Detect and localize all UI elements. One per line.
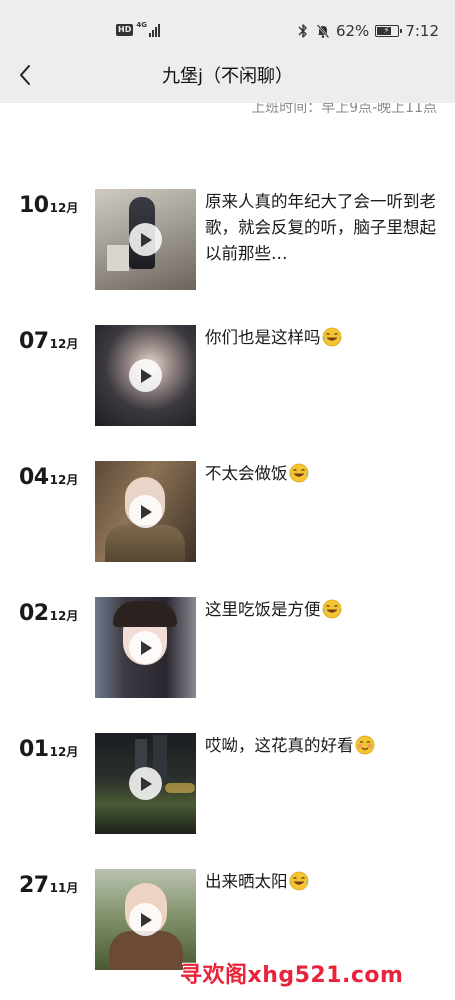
bluetooth-icon [298,24,307,38]
post-day: 01 [19,737,49,762]
video-thumbnail[interactable] [95,733,196,834]
post-day: 04 [19,465,49,490]
post-date: 10 12月 [19,193,78,218]
post-item[interactable]: 27 11月 出来晒太阳 [0,869,455,971]
post-month: 12月 [49,201,79,215]
network-indicators: HD 4G [116,20,161,40]
post-month: 12月 [49,609,79,623]
play-icon[interactable] [129,495,162,528]
watermark-text: 寻欢阁xhg521.com [180,963,404,988]
laughing-tears-emoji-icon [322,599,341,619]
video-thumbnail[interactable] [95,869,196,970]
top-bar: HD 4G 62% ⚡ 7:12 九堡j（不闲聊） [0,0,455,103]
post-item[interactable]: 07 12月 你们也是这样吗 [0,325,455,427]
caption-text: 原来人真的年纪大了会一听到老歌，就会反复的听，脑子里想起以前那些… [205,192,436,263]
network-type: 4G [136,21,147,29]
caption-text: 出来晒太阳 [205,872,288,891]
caption-text: 哎呦，这花真的好看 [205,736,354,755]
video-thumbnail[interactable] [95,325,196,426]
battery-percent: 62% [335,22,370,40]
video-thumbnail[interactable] [95,461,196,562]
post-caption: 你们也是这样吗 [205,325,443,351]
post-date: 02 12月 [19,601,78,626]
post-month: 12月 [49,745,79,759]
post-month: 12月 [49,473,79,487]
status-right: 62% ⚡ 7:12 [296,22,439,40]
play-icon[interactable] [129,631,162,664]
post-caption: 原来人真的年纪大了会一听到老歌，就会反复的听，脑子里想起以前那些… [205,189,443,267]
laughing-tears-emoji-icon [322,327,341,347]
play-icon[interactable] [129,767,162,800]
post-feed: 上班时间：早上9点-晚上11点 10 12月 原来人真的年纪大了会一听到老歌，就… [0,0,455,1000]
post-item[interactable]: 10 12月 原来人真的年纪大了会一听到老歌，就会反复的听，脑子里想起以前那些… [0,189,455,291]
post-month: 12月 [49,337,79,351]
post-item[interactable]: 04 12月 不太会做饭 [0,461,455,563]
video-thumbnail[interactable] [95,597,196,698]
status-bar: HD 4G 62% ⚡ 7:12 [0,14,455,48]
video-thumbnail[interactable] [95,189,196,290]
post-month: 11月 [49,881,79,895]
signal-icon: 4G [136,21,161,38]
hd-badge: HD [116,24,134,36]
post-date: 01 12月 [19,737,78,762]
page-title: 九堡j（不闲聊） [161,66,293,87]
caption-text: 你们也是这样吗 [205,328,321,347]
mute-bell-icon [316,24,330,39]
post-date: 04 12月 [19,465,78,490]
post-caption: 哎呦，这花真的好看 [205,733,443,759]
play-icon[interactable] [129,359,162,392]
caption-text: 不太会做饭 [205,464,288,483]
post-caption: 出来晒太阳 [205,869,443,895]
post-caption: 不太会做饭 [205,461,443,487]
play-icon[interactable] [129,223,162,256]
post-day: 02 [19,601,49,626]
laughing-tears-emoji-icon [289,871,308,891]
post-date: 27 11月 [19,873,78,898]
caption-text: 这里吃饭是方便 [205,600,321,619]
clock: 7:12 [405,22,439,40]
shy-smile-emoji-icon [355,735,374,755]
post-date: 07 12月 [19,329,78,354]
post-day: 07 [19,329,49,354]
post-day: 10 [19,193,49,218]
battery-icon: ⚡ [375,25,403,37]
post-item[interactable]: 02 12月 这里吃饭是方便 [0,597,455,699]
post-caption: 这里吃饭是方便 [205,597,443,623]
nav-bar: 九堡j（不闲聊） [0,52,455,98]
post-day: 27 [19,873,49,898]
laughing-tears-emoji-icon [289,463,308,483]
post-item[interactable]: 01 12月 哎呦，这花真的好看 [0,733,455,835]
play-icon[interactable] [129,903,162,936]
